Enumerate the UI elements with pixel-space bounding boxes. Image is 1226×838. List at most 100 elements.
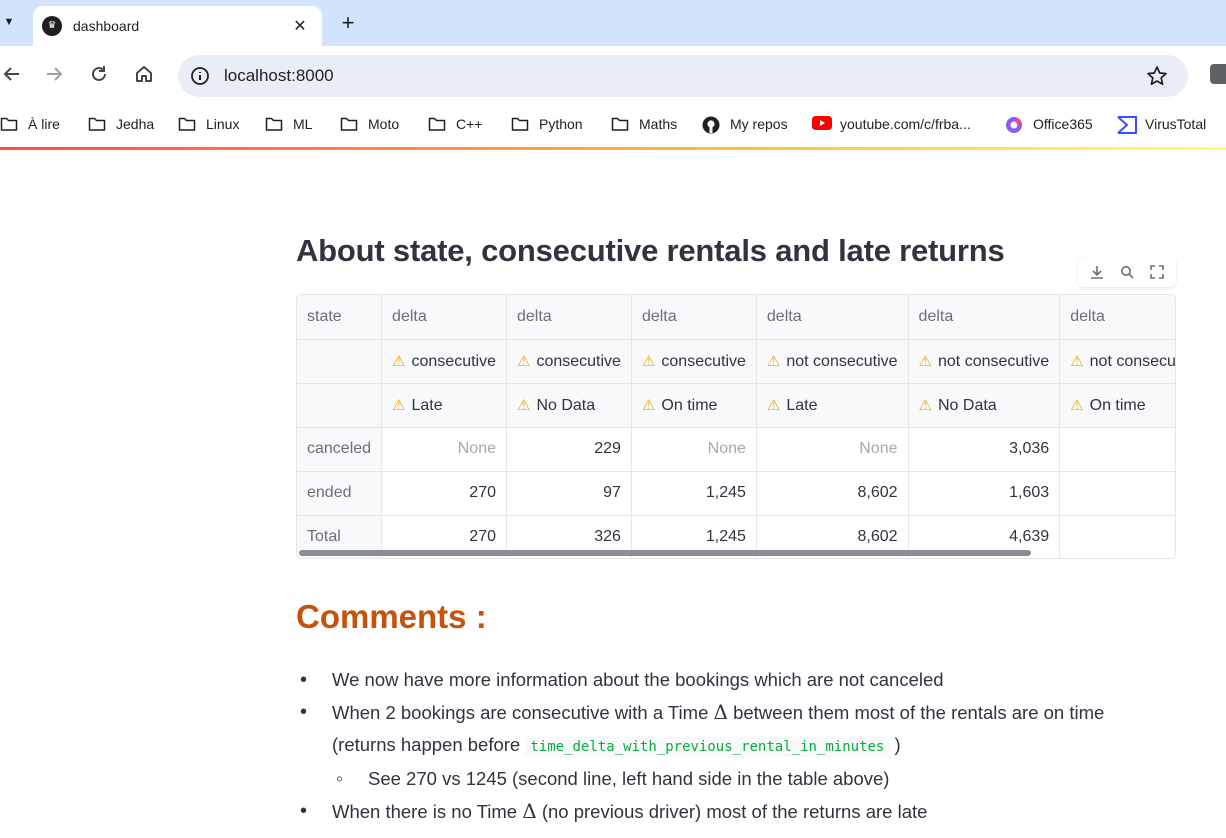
warning-icon: ⚠ xyxy=(918,396,932,414)
table-cell[interactable] xyxy=(1059,471,1175,516)
comment-text: ) xyxy=(894,734,901,755)
table-cell[interactable]: 229 xyxy=(506,427,632,472)
bookmark-item[interactable]: Maths xyxy=(611,113,677,135)
bookmark-label: ML xyxy=(293,116,313,132)
column-header[interactable]: ⚠ On time xyxy=(1059,383,1175,428)
bookmark-item[interactable]: Office365 xyxy=(1005,113,1093,135)
horizontal-scrollbar[interactable] xyxy=(299,550,1031,556)
column-header[interactable]: ⚠ consecutive xyxy=(506,339,632,384)
bookmark-star-icon[interactable] xyxy=(1146,65,1168,87)
bookmark-label: À lire xyxy=(28,116,60,132)
list-item: We now have more information about the b… xyxy=(296,664,1196,696)
column-header-label: delta xyxy=(1070,307,1105,325)
browser-toolbar: localhost:8000 xyxy=(0,46,1226,104)
bookmark-item[interactable]: C++ xyxy=(428,113,482,135)
new-tab-button[interactable]: + xyxy=(336,11,360,35)
home-icon[interactable] xyxy=(132,62,156,86)
column-header-label: On time xyxy=(661,396,718,414)
table-cell[interactable]: 3,036 xyxy=(908,427,1061,472)
bookmark-label: Jedha xyxy=(116,116,155,132)
bookmark-item[interactable]: Linux xyxy=(178,113,239,135)
rss-extension-icon[interactable] xyxy=(1210,64,1226,84)
column-header[interactable]: ⚠ not consecutive xyxy=(1059,339,1176,384)
table-cell[interactable]: None xyxy=(756,427,909,472)
sub-list-item: See 270 vs 1245 (second line, left hand … xyxy=(296,763,1196,795)
column-header-label: state xyxy=(307,307,342,325)
site-info-icon[interactable] xyxy=(190,66,210,86)
close-tab-icon[interactable]: ✕ xyxy=(290,16,310,36)
bookmark-item[interactable]: Jedha xyxy=(88,113,154,135)
table-cell[interactable]: None xyxy=(381,427,507,472)
warning-icon: ⚠ xyxy=(766,396,781,414)
address-url: localhost:8000 xyxy=(224,66,334,85)
warning-icon: ⚠ xyxy=(392,396,406,414)
forward-icon[interactable] xyxy=(42,62,66,86)
column-header[interactable]: delta xyxy=(1059,295,1175,340)
column-header[interactable]: delta xyxy=(506,295,632,340)
browser-tab-bar: ▼ ♛ dashboard ✕ + xyxy=(0,0,1226,46)
bookmark-item[interactable]: Python xyxy=(511,113,583,135)
warning-icon: ⚠ xyxy=(641,352,656,370)
column-header-label: No Data xyxy=(938,396,997,414)
office365-icon xyxy=(1005,116,1023,133)
row-header: canceled xyxy=(297,427,383,472)
column-header[interactable] xyxy=(297,383,383,428)
bookmark-label: My repos xyxy=(730,116,788,132)
column-header-label: delta xyxy=(766,307,802,325)
folder-icon xyxy=(0,116,18,132)
column-header-label: consecutive xyxy=(411,352,497,370)
column-header[interactable]: delta xyxy=(756,295,909,340)
warning-icon: ⚠ xyxy=(517,352,531,370)
comments-list: We now have more information about the b… xyxy=(296,664,1196,828)
table-cell[interactable]: 8,602 xyxy=(756,471,909,516)
table-cell[interactable] xyxy=(1059,515,1175,558)
bookmark-item[interactable]: VirusTotal xyxy=(1117,113,1206,135)
download-icon[interactable] xyxy=(1089,264,1105,280)
column-header[interactable]: ⚠ No Data xyxy=(908,383,1061,428)
fullscreen-icon[interactable] xyxy=(1149,264,1165,280)
column-header[interactable]: ⚠ consecutive xyxy=(631,339,757,384)
column-header[interactable]: ⚠ not consecutive xyxy=(756,339,909,384)
column-header[interactable]: ⚠ not consecutive xyxy=(908,339,1061,384)
comment-text: (no previous driver) most of the returns… xyxy=(541,801,928,822)
back-icon[interactable] xyxy=(0,62,24,86)
folder-icon xyxy=(511,116,529,132)
bookmark-label: Office365 xyxy=(1033,116,1093,132)
page-title: About state, consecutive rentals and lat… xyxy=(296,233,1005,268)
tab-title: dashboard xyxy=(73,18,140,34)
column-header[interactable]: delta xyxy=(381,295,507,340)
table-cell[interactable] xyxy=(1059,427,1175,472)
column-header[interactable]: delta xyxy=(631,295,757,340)
column-header-label: No Data xyxy=(536,396,596,414)
column-header-label: delta xyxy=(641,307,677,325)
bookmark-item[interactable]: My repos xyxy=(702,113,788,135)
table-header-row: ⚠ consecutive ⚠ consecutive ⚠ consecutive ⚠ not… xyxy=(297,339,1176,384)
data-table[interactable]: state delta delta delta delta delta delta ⚠ cons… xyxy=(296,294,1176,559)
table-cell[interactable]: 97 xyxy=(506,471,632,516)
reload-icon[interactable] xyxy=(87,62,111,86)
address-bar[interactable]: localhost:8000 xyxy=(178,55,1188,97)
column-header-label: Late xyxy=(786,396,818,414)
column-header-label: not consecutive xyxy=(1089,352,1176,370)
browser-tab[interactable]: ♛ dashboard ✕ xyxy=(33,6,322,46)
table-cell[interactable]: 1,603 xyxy=(908,471,1061,516)
bookmark-item[interactable]: Moto xyxy=(340,113,399,135)
column-header[interactable]: ⚠ Late xyxy=(756,383,909,428)
column-header[interactable]: ⚠ consecutive xyxy=(381,339,507,384)
column-header-label: consecutive xyxy=(661,352,746,370)
bookmark-item[interactable]: youtube.com/c/frba... xyxy=(812,113,971,135)
column-header[interactable]: state xyxy=(297,295,383,340)
column-header[interactable] xyxy=(297,339,383,384)
tab-search-chevron-icon[interactable]: ▼ xyxy=(0,12,18,32)
table-cell[interactable]: None xyxy=(631,427,757,472)
search-icon[interactable] xyxy=(1119,264,1135,280)
column-header[interactable]: ⚠ No Data xyxy=(506,383,632,428)
column-header[interactable]: ⚠ On time xyxy=(631,383,757,428)
bookmark-item[interactable]: À lire xyxy=(0,113,60,135)
column-header[interactable]: ⚠ Late xyxy=(381,383,507,428)
column-header[interactable]: delta xyxy=(908,295,1061,340)
bookmark-item[interactable]: ML xyxy=(265,113,312,135)
table-cell[interactable]: 1,245 xyxy=(631,471,757,516)
row-header: ended xyxy=(297,471,383,516)
table-cell[interactable]: 270 xyxy=(381,471,507,516)
